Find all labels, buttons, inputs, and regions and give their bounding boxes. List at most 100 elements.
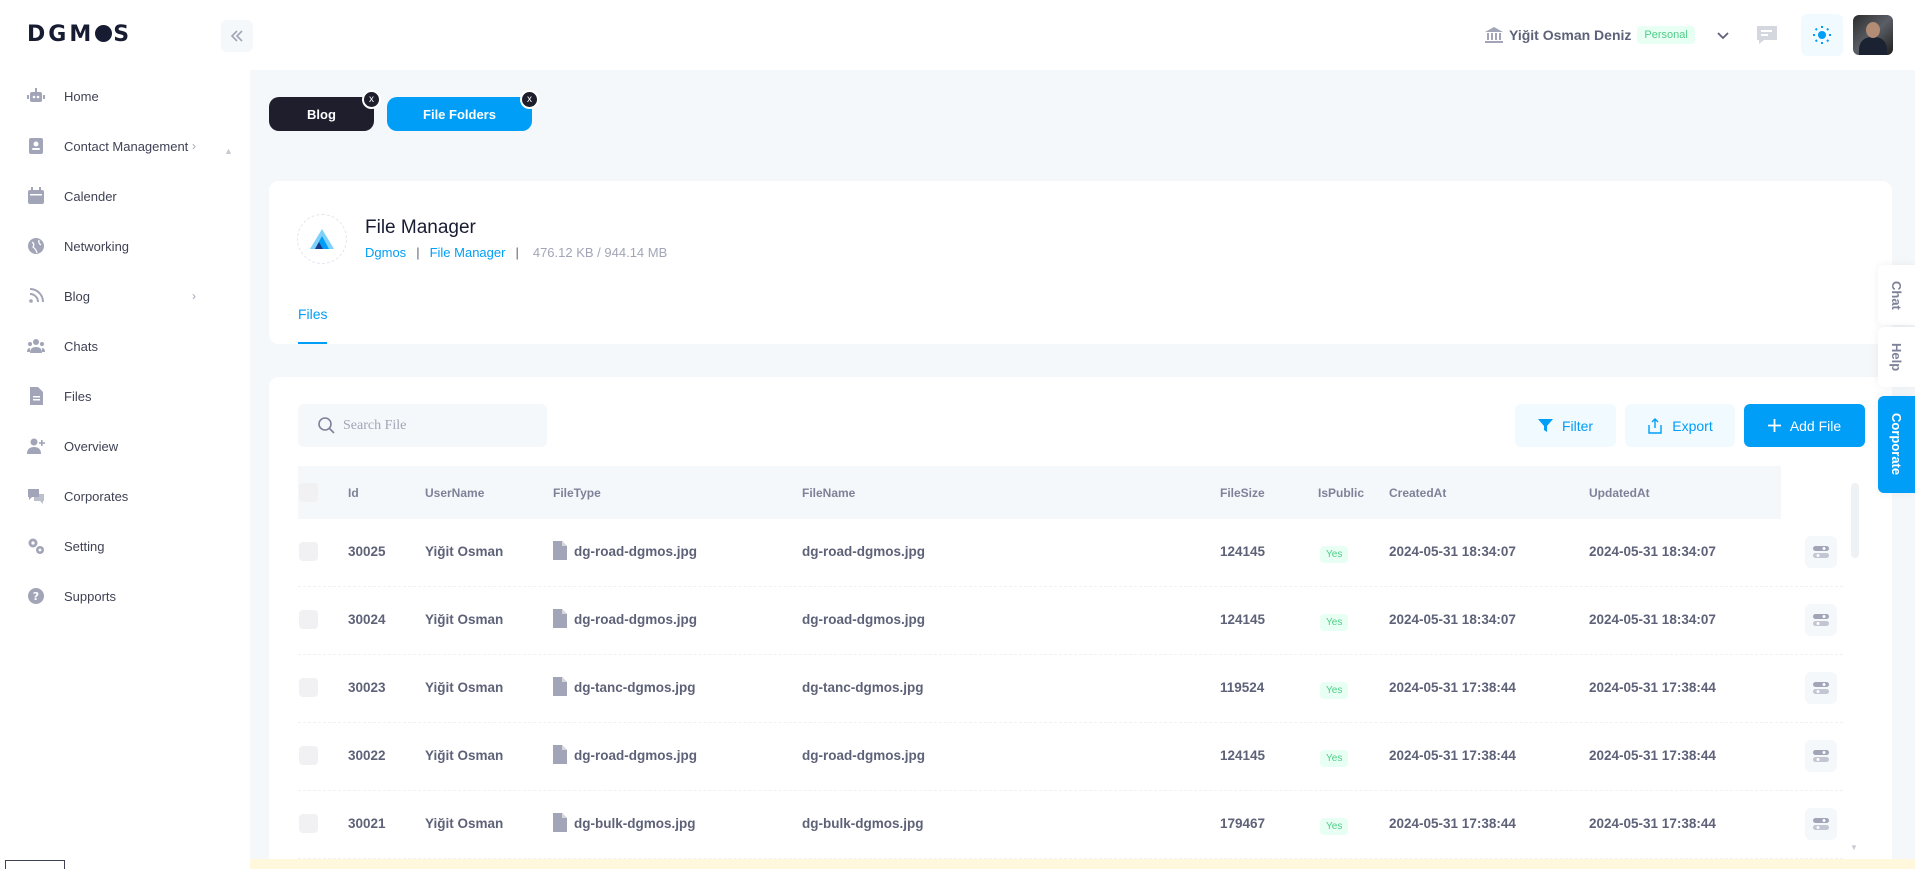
row-action-button[interactable] — [1805, 740, 1837, 772]
add-file-button[interactable]: Add File — [1744, 404, 1865, 447]
row-checkbox[interactable] — [299, 542, 318, 561]
table-row[interactable]: 30025 Yiğit Osman dg-road-dgmos.jpg dg-r… — [298, 519, 1843, 587]
search-input[interactable] — [343, 417, 523, 434]
toggle-icon — [1813, 682, 1829, 694]
row-checkbox[interactable] — [299, 746, 318, 765]
export-button-label: Export — [1672, 417, 1713, 434]
scroll-down-icon[interactable]: ▼ — [1850, 843, 1858, 852]
cell-createdat: 2024-05-31 18:34:07 — [1389, 612, 1516, 627]
float-tab-chat[interactable]: Chat — [1878, 265, 1915, 325]
table-row[interactable]: 30021 Yiğit Osman dg-bulk-dgmos.jpg dg-b… — [298, 791, 1843, 859]
file-type-icon — [553, 745, 567, 764]
open-tab-label: File Folders — [423, 106, 496, 122]
sidebar-item-label: Calender — [64, 188, 117, 204]
column-header-updatedat[interactable]: UpdatedAt — [1589, 486, 1650, 500]
open-tab-label: Blog — [307, 106, 336, 122]
sidebar-item-label: Supports — [64, 588, 117, 604]
theme-toggle-button[interactable] — [1801, 14, 1843, 56]
cell-updatedat: 2024-05-31 17:38:44 — [1589, 816, 1716, 831]
row-checkbox[interactable] — [299, 814, 318, 833]
export-button[interactable]: Export — [1625, 404, 1735, 447]
breadcrumb-link-file-manager[interactable]: File Manager — [430, 245, 506, 260]
row-action-button[interactable] — [1805, 604, 1837, 636]
sidebar-item-label: Setting — [64, 538, 105, 554]
sidebar-item-calender[interactable]: Calender — [27, 181, 227, 211]
open-tab-blog[interactable]: Blog x — [269, 90, 381, 131]
cell-filename: dg-tanc-dgmos.jpg — [802, 680, 924, 695]
cell-filetype: dg-road-dgmos.jpg — [574, 544, 697, 559]
corner-box — [5, 860, 65, 869]
column-header-id[interactable]: Id — [348, 486, 359, 500]
table-header: Id UserName FileType FileName FileSize I… — [298, 466, 1781, 519]
robot-icon — [27, 88, 45, 102]
sidebar-item-chats[interactable]: Chats — [27, 331, 227, 361]
table-scrollbar[interactable] — [1851, 483, 1859, 558]
close-tab-button[interactable]: x — [520, 90, 539, 109]
user-plus-icon — [27, 438, 45, 454]
cell-username: Yiğit Osman — [425, 544, 504, 559]
float-tab-corporate[interactable]: Corporate — [1878, 396, 1915, 493]
tab-files[interactable]: Files — [298, 306, 328, 322]
message-icon[interactable] — [1756, 25, 1778, 45]
float-tab-label: Help — [1889, 342, 1904, 372]
column-header-ispublic[interactable]: IsPublic — [1318, 486, 1364, 500]
sidebar-item-files[interactable]: Files — [27, 381, 227, 411]
cell-filetype: dg-tanc-dgmos.jpg — [574, 680, 696, 695]
file-manager-header-card: File Manager Dgmos | File Manager | 476.… — [269, 181, 1892, 344]
row-action-button[interactable] — [1805, 808, 1837, 840]
chevron-right-icon: › — [192, 139, 196, 153]
public-badge: Yes — [1320, 818, 1349, 835]
cell-updatedat: 2024-05-31 17:38:44 — [1589, 748, 1716, 763]
sidebar-item-corporates[interactable]: Corporates — [27, 481, 227, 511]
plus-icon — [1767, 419, 1781, 432]
cell-filesize: 179467 — [1220, 816, 1266, 831]
cell-username: Yiğit Osman — [425, 816, 504, 831]
public-badge: Yes — [1320, 546, 1349, 563]
sidebar-item-supports[interactable]: ? Supports — [27, 581, 227, 611]
toggle-icon — [1813, 546, 1829, 558]
chevron-right-icon: › — [192, 289, 196, 303]
sidebar-item-networking[interactable]: Networking — [27, 231, 227, 261]
sidebar-item-overview[interactable]: Overview — [27, 431, 227, 461]
cell-id: 30021 — [348, 816, 386, 831]
cell-filesize: 124145 — [1220, 544, 1266, 559]
table-row[interactable]: 30022 Yiğit Osman dg-road-dgmos.jpg dg-r… — [298, 723, 1843, 791]
breadcrumb-link-dgmos[interactable]: Dgmos — [365, 245, 406, 260]
column-header-filename[interactable]: FileName — [802, 486, 855, 500]
user-avatar[interactable] — [1853, 15, 1893, 55]
search-field[interactable] — [298, 404, 547, 447]
cell-updatedat: 2024-05-31 18:34:07 — [1589, 544, 1716, 559]
column-header-filetype[interactable]: FileType — [553, 486, 601, 500]
brand-logo[interactable]: DGM S — [27, 22, 132, 47]
table-row[interactable]: 30023 Yiğit Osman dg-tanc-dgmos.jpg dg-t… — [298, 655, 1843, 723]
file-icon — [30, 387, 43, 405]
contact-book-icon — [29, 138, 43, 154]
cell-filename: dg-road-dgmos.jpg — [802, 612, 925, 627]
sidebar-item-contact-management[interactable]: Contact Management › — [27, 131, 227, 161]
storage-usage: 476.12 KB / 944.14 MB — [532, 245, 668, 260]
column-header-filesize[interactable]: FileSize — [1220, 486, 1265, 500]
select-all-checkbox[interactable] — [299, 483, 318, 502]
chevron-down-icon[interactable] — [1715, 27, 1731, 43]
sidebar-item-label: Home — [64, 88, 99, 104]
sidebar-collapse-button[interactable] — [221, 20, 253, 52]
open-tab-file-folders[interactable]: File Folders x — [387, 90, 539, 131]
close-tab-button[interactable]: x — [362, 90, 381, 109]
column-header-username[interactable]: UserName — [425, 486, 484, 500]
toggle-icon — [1813, 818, 1829, 830]
account-switcher[interactable]: Yiğit Osman Deniz Personal — [1485, 20, 1731, 50]
sidebar-item-setting[interactable]: Setting — [27, 531, 227, 561]
toggle-icon — [1813, 614, 1829, 626]
cell-updatedat: 2024-05-31 18:34:07 — [1589, 612, 1716, 627]
row-action-button[interactable] — [1805, 536, 1837, 568]
sidebar-item-blog[interactable]: Blog › — [27, 281, 227, 311]
table-row[interactable]: 30024 Yiğit Osman dg-road-dgmos.jpg dg-r… — [298, 587, 1843, 655]
row-checkbox[interactable] — [299, 678, 318, 697]
svg-text:?: ? — [33, 590, 39, 603]
row-action-button[interactable] — [1805, 672, 1837, 704]
column-header-createdat[interactable]: CreatedAt — [1389, 486, 1446, 500]
row-checkbox[interactable] — [299, 610, 318, 629]
filter-button[interactable]: Filter — [1515, 404, 1616, 447]
float-tab-help[interactable]: Help — [1878, 327, 1915, 387]
sidebar-item-home[interactable]: Home — [27, 81, 227, 111]
